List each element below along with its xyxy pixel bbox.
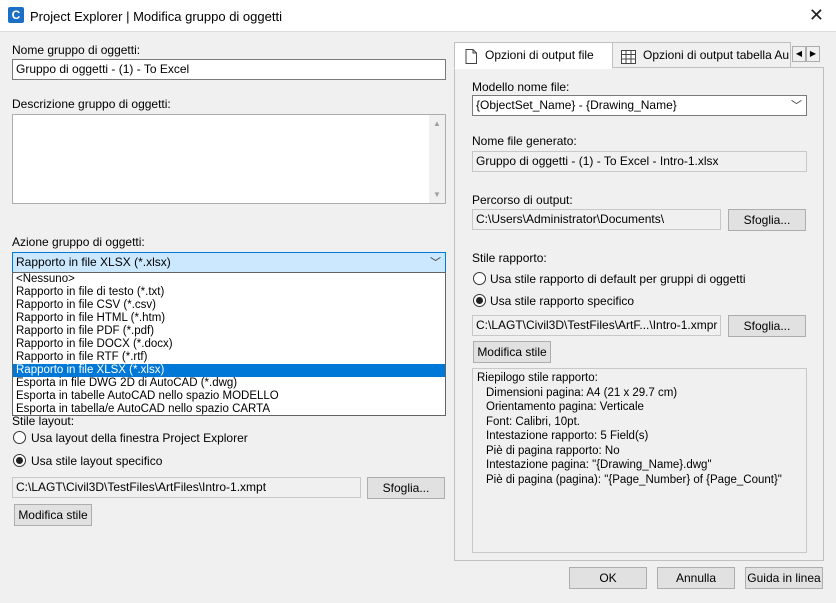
name-input[interactable]: Gruppo di oggetti - (1) - To Excel	[12, 59, 446, 80]
tab-scroll-left-icon[interactable]: ◀	[792, 46, 806, 62]
title-bar: C Project Explorer | Modifica gruppo di …	[0, 0, 836, 32]
radio-layout-window[interactable]	[13, 431, 26, 444]
tab-strip: Opzioni di output file Opzioni di output…	[454, 42, 824, 69]
report-option-default-label: Usa stile rapporto di default per gruppi…	[490, 272, 746, 286]
output-path-field: C:\Users\Administrator\Documents\	[472, 209, 721, 230]
description-textarea[interactable]: ▲ ▼	[12, 114, 446, 204]
report-path-field: C:\LAGT\Civil3D\TestFiles\ArtF...\Intro-…	[472, 315, 721, 336]
action-selected-value: Rapporto in file XLSX (*.xlsx)	[16, 255, 171, 269]
report-style-summary: Riepilogo stile rapporto: Dimensioni pag…	[472, 368, 807, 553]
action-dropdown-list[interactable]: <Nessuno> Rapporto in file di testo (*.tx…	[12, 272, 446, 416]
generated-label: Nome file generato:	[472, 134, 577, 148]
summary-line: Font: Calibri, 10pt.	[486, 415, 580, 428]
report-option-specific-label: Usa stile rapporto specifico	[490, 294, 635, 308]
action-option[interactable]: Rapporto in file di testo (*.txt)	[13, 286, 445, 299]
summary-line: Intestazione rapporto: 5 Field(s)	[486, 430, 649, 442]
output-browse-button[interactable]: Sfoglia...	[728, 209, 806, 231]
tab-file-output-label: Opzioni di output file	[485, 48, 594, 62]
action-option[interactable]: Esporta in file DWG 2D di AutoCAD (*.dwg…	[13, 377, 445, 390]
ok-button[interactable]: OK	[569, 567, 647, 589]
template-combobox[interactable]: {ObjectSet_Name} - {Drawing_Name} ﹀	[472, 95, 807, 116]
tab-scroll-right-icon[interactable]: ▶	[806, 46, 820, 62]
cancel-button[interactable]: Annulla	[657, 567, 735, 589]
chevron-down-icon: ﹀	[430, 257, 441, 269]
generated-filename-field: Gruppo di oggetti - (1) - To Excel - Int…	[472, 151, 807, 172]
table-icon	[621, 48, 636, 67]
action-option[interactable]: Rapporto in file HTML (*.htm)	[13, 312, 445, 325]
report-style-label: Stile rapporto:	[472, 251, 547, 265]
description-label: Descrizione gruppo di oggetti:	[12, 97, 171, 111]
action-option[interactable]: <Nessuno>	[13, 273, 445, 286]
summary-line: Piè di pagina (pagina): "{Page_Number} o…	[486, 473, 782, 486]
action-option[interactable]: Esporta in tabella/e AutoCAD nello spazi…	[13, 403, 445, 416]
action-option[interactable]: Rapporto in file CSV (*.csv)	[13, 299, 445, 312]
summary-line: Orientamento pagina: Verticale	[486, 401, 644, 413]
summary-line: Piè di pagina rapporto: No	[486, 444, 620, 457]
action-option[interactable]: Rapporto in file XLSX (*.xlsx)	[13, 364, 445, 377]
template-value: {ObjectSet_Name} - {Drawing_Name}	[476, 98, 677, 112]
scroll-down-icon[interactable]: ▼	[429, 190, 445, 199]
radio-layout-specific[interactable]	[13, 454, 26, 467]
layout-path-field: C:\LAGT\Civil3D\TestFiles\ArtFiles\Intro…	[12, 477, 361, 498]
template-label: Modello nome file:	[472, 80, 570, 94]
document-icon	[465, 48, 477, 68]
tab-table-output-label: Opzioni di output tabella Au	[643, 48, 790, 62]
chevron-down-icon: ﹀	[791, 100, 802, 112]
radio-report-default[interactable]	[473, 272, 486, 285]
radio-report-specific[interactable]	[473, 294, 486, 307]
tab-file-output[interactable]: Opzioni di output file	[454, 42, 613, 69]
civil3d-app-icon: C	[8, 7, 24, 23]
layout-option-window-label: Usa layout della finestra Project Explor…	[31, 431, 248, 445]
action-option[interactable]: Esporta in tabelle AutoCAD nello spazio …	[13, 390, 445, 403]
action-option[interactable]: Rapporto in file PDF (*.pdf)	[13, 325, 445, 338]
window-title: Project Explorer | Modifica gruppo di og…	[30, 9, 282, 24]
close-icon[interactable]: ✕	[809, 5, 824, 25]
layout-browse-button[interactable]: Sfoglia...	[367, 477, 445, 499]
report-browse-button[interactable]: Sfoglia...	[728, 315, 806, 337]
action-combobox[interactable]: Rapporto in file XLSX (*.xlsx) ﹀	[12, 252, 446, 273]
layout-edit-style-button[interactable]: Modifica stile	[14, 504, 92, 526]
scroll-up-icon[interactable]: ▲	[429, 119, 445, 128]
output-path-label: Percorso di output:	[472, 193, 573, 207]
summary-line: Intestazione pagina: "{Drawing_Name}.dwg…	[486, 459, 712, 471]
tab-table-output[interactable]: Opzioni di output tabella Au	[613, 42, 791, 68]
action-option[interactable]: Rapporto in file RTF (*.rtf)	[13, 351, 445, 364]
report-edit-style-button[interactable]: Modifica stile	[473, 341, 551, 363]
action-option[interactable]: Rapporto in file DOCX (*.docx)	[13, 338, 445, 351]
help-button[interactable]: Guida in linea	[745, 567, 823, 589]
layout-label: Stile layout:	[12, 414, 75, 428]
summary-header: Riepilogo stile rapporto:	[477, 372, 598, 384]
name-label: Nome gruppo di oggetti:	[12, 43, 141, 57]
description-scrollbar[interactable]: ▲ ▼	[429, 115, 445, 203]
layout-option-specific-label: Usa stile layout specifico	[31, 454, 163, 468]
action-label: Azione gruppo di oggetti:	[12, 235, 145, 249]
summary-line: Dimensioni pagina: A4 (21 x 29.7 cm)	[486, 386, 678, 399]
